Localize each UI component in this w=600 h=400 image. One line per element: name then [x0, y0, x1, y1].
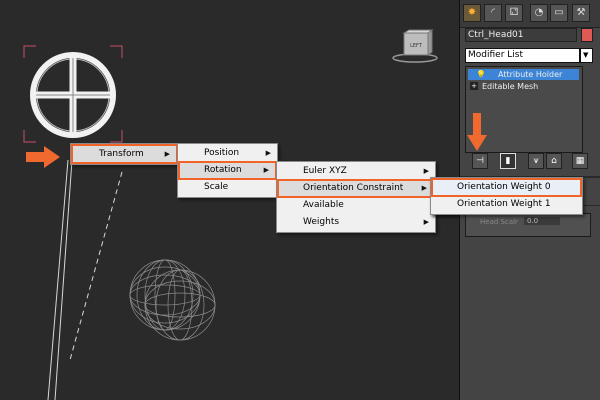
menu-item-label: Orientation Weight 0 [457, 182, 551, 192]
menu-item-transform[interactable]: Transform ▶ [71, 144, 178, 164]
submenu-arrow-icon: ▶ [423, 218, 429, 226]
menu-item-label: Scale [204, 182, 229, 192]
command-panel-tabs: ✸ ◜ ⚁ ◔ ▭ ⚒ [460, 0, 600, 28]
custom-attributes-rollout: Head Scalr 0.0 [465, 213, 591, 237]
rollout-param-label: Head Scalr [480, 218, 518, 226]
plus-icon: + [470, 82, 478, 90]
menu-item-euler-xyz[interactable]: Euler XYZ ▶ [277, 163, 435, 180]
submenu-arrow-icon: ▶ [263, 166, 269, 174]
quad-menu-level1: Transform ▶ [70, 143, 179, 165]
configure-modifier-sets-button[interactable]: ▦ [572, 153, 588, 169]
submenu-arrow-icon: ▶ [265, 149, 271, 157]
show-end-result-button[interactable]: ▮ [500, 153, 516, 169]
menu-item-orientation-weight-1[interactable]: Orientation Weight 1 [431, 196, 582, 213]
viewport[interactable]: LEFT Transform ▶ Position ▶ Rotation ▶ S… [0, 0, 460, 400]
viewcube: LEFT [392, 29, 438, 63]
create-tab[interactable]: ✸ [463, 4, 481, 22]
submenu-arrow-icon: ▶ [421, 184, 427, 192]
pin-icon: ⊣ [476, 156, 484, 166]
menu-item-label: Orientation Weight 1 [457, 199, 551, 209]
modifier-stack-label: Attribute Holder [498, 70, 563, 79]
display-tab[interactable]: ▭ [550, 4, 568, 22]
quad-menu-orientation-weights: Orientation Weight 0 Orientation Weight … [430, 177, 583, 215]
menu-item-scale[interactable]: Scale [178, 179, 277, 196]
viewcube-label: LEFT [410, 43, 423, 49]
remove-modifier-button[interactable]: ⌂ [546, 153, 562, 169]
menu-item-label: Position [204, 148, 240, 158]
object-name-field[interactable]: Ctrl_Head01 [465, 28, 577, 42]
chevron-down-icon: ▼ [583, 51, 589, 59]
menu-item-weights[interactable]: Weights ▶ [277, 214, 435, 231]
hierarchy-tab[interactable]: ⚁ [505, 4, 523, 22]
trash-icon: ⌂ [551, 156, 557, 166]
menu-item-position[interactable]: Position ▶ [178, 145, 277, 162]
modifier-list-dropdown[interactable]: Modifier List [465, 48, 580, 63]
pin-stack-button[interactable]: ⊣ [472, 153, 488, 169]
modify-tab[interactable]: ◜ [484, 4, 502, 22]
rollout-param-value[interactable]: 0.0 [524, 217, 560, 225]
modifier-stack-label: Editable Mesh [482, 82, 539, 91]
menu-item-label: Available [303, 200, 344, 210]
make-unique-button[interactable]: ⩛ [528, 153, 544, 169]
callout-arrow-right [26, 146, 60, 168]
menu-item-orientation-weight-0[interactable]: Orientation Weight 0 [431, 178, 582, 197]
head-control-shape [30, 52, 116, 138]
menu-item-label: Euler XYZ [303, 166, 347, 176]
menu-item-label: Orientation Constraint [303, 183, 404, 193]
callout-arrow-down [467, 113, 487, 151]
lightbulb-icon: 💡 [476, 70, 486, 79]
modifier-stack-item-attribute-holder[interactable]: 💡 Attribute Holder [468, 69, 579, 80]
quad-menu-level2: Position ▶ Rotation ▶ Scale [177, 143, 278, 198]
configure-icon: ▦ [575, 156, 585, 166]
menu-item-label: Rotation [204, 165, 242, 175]
wireframe-spheres [129, 259, 216, 341]
menu-item-label: Weights [303, 217, 340, 227]
object-color-swatch[interactable] [581, 28, 593, 42]
submenu-arrow-icon: ▶ [164, 150, 170, 158]
menu-item-rotation[interactable]: Rotation ▶ [178, 161, 277, 180]
menu-item-available[interactable]: Available [277, 197, 435, 214]
make-unique-icon: ⩛ [533, 156, 539, 166]
quad-menu-level3: Euler XYZ ▶ Orientation Constraint ▶ Ava… [276, 161, 436, 233]
motion-tab[interactable]: ◔ [530, 4, 548, 22]
show-end-result-icon: ▮ [505, 156, 511, 166]
modifier-list-dropdown-button[interactable]: ▼ [580, 48, 593, 63]
utilities-tab[interactable]: ⚒ [572, 4, 590, 22]
submenu-arrow-icon: ▶ [423, 167, 429, 175]
menu-item-orientation-constraint[interactable]: Orientation Constraint ▶ [277, 179, 435, 198]
link-lines [47, 159, 123, 400]
modifier-stack-item-editable-mesh[interactable]: + Editable Mesh [468, 81, 579, 92]
menu-item-label: Transform [99, 149, 144, 159]
